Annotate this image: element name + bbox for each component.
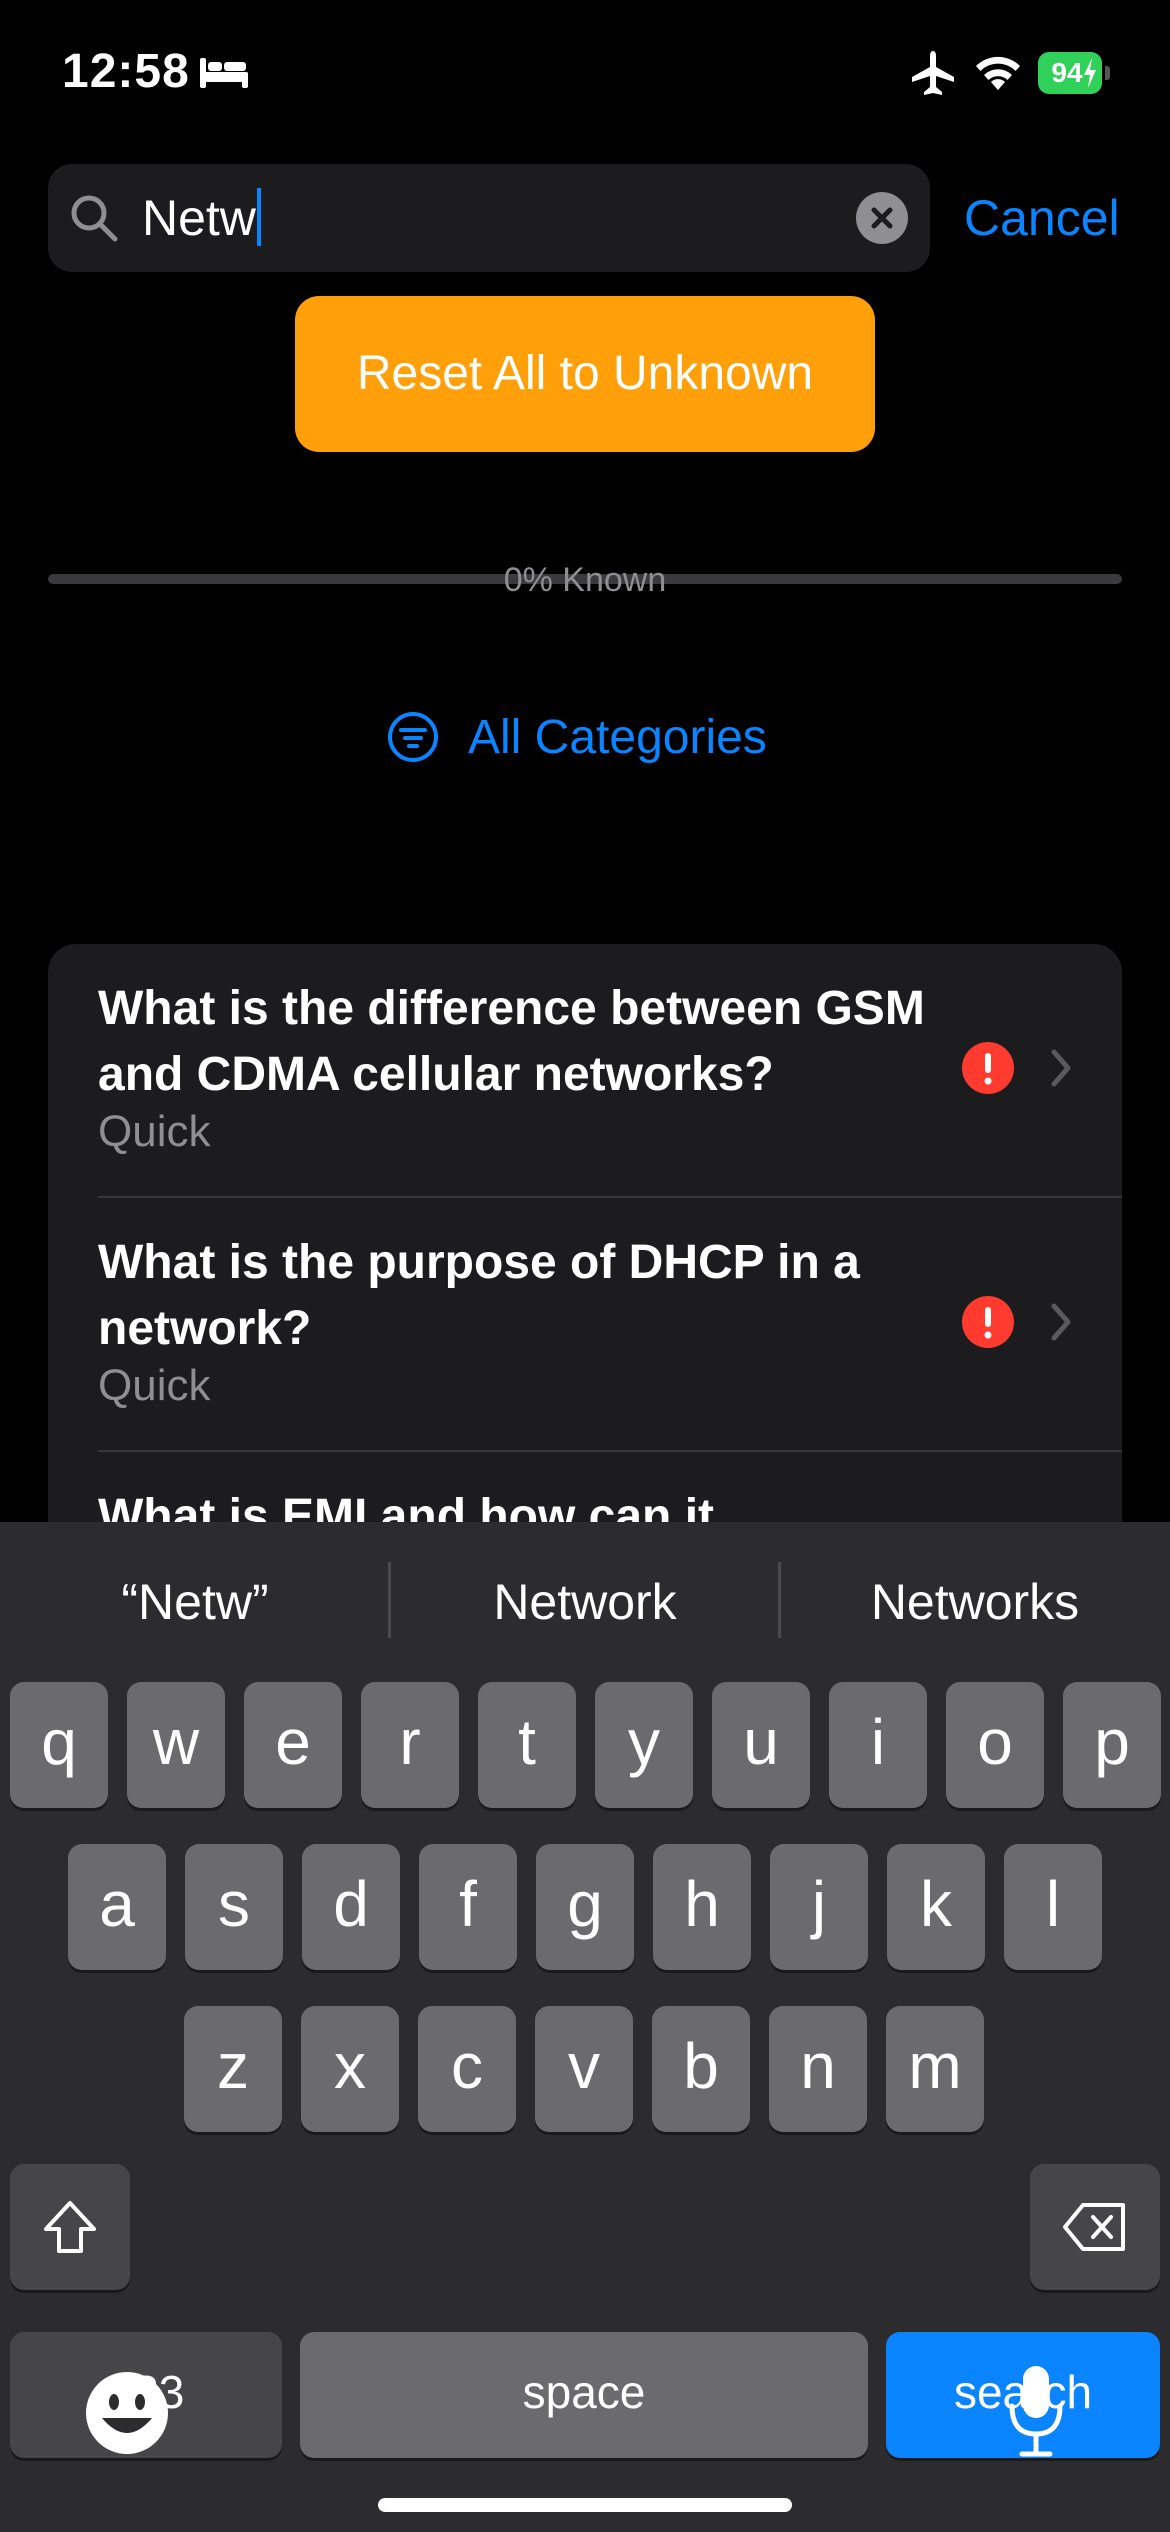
backspace-icon [1063,2203,1125,2251]
key-s[interactable]: s [185,1844,283,1970]
suggestion-item[interactable]: Network [390,1566,780,1638]
key-y[interactable]: y [595,1682,693,1808]
status-time: 12:58 [62,45,190,98]
charging-bolt-icon [1084,58,1096,88]
key-w[interactable]: w [127,1682,225,1808]
key-t[interactable]: t [478,1682,576,1808]
key-o[interactable]: o [946,1682,1044,1808]
list-item-subtitle: Quick [98,1107,211,1156]
close-icon [871,207,893,229]
filter-icon [388,712,438,762]
key-p[interactable]: p [1063,1682,1161,1808]
screen: 12:58 94 Netw Cancel Reset All to Unknow… [0,0,1170,2532]
key-i[interactable]: i [829,1682,927,1808]
key-q[interactable]: q [10,1682,108,1808]
space-key[interactable]: space [300,2332,868,2458]
key-b[interactable]: b [652,2006,750,2132]
key-d[interactable]: d [302,1844,400,1970]
clear-search-button[interactable] [856,192,908,244]
shift-key[interactable] [10,2164,130,2290]
search-input-value: Netw [142,190,256,246]
list-item[interactable]: What is the purpose of DHCP in a network… [48,1198,1122,1452]
all-categories-label: All Categories [468,710,767,764]
delete-key[interactable] [1030,2164,1160,2290]
search-input[interactable]: Netw [142,188,261,248]
key-k[interactable]: k [887,1844,985,1970]
key-j[interactable]: j [770,1844,868,1970]
shift-icon [44,2201,96,2253]
search-icon [71,195,118,242]
key-e[interactable]: e [244,1682,342,1808]
search-field[interactable]: Netw [48,164,930,272]
key-c[interactable]: c [418,2006,516,2132]
key-u[interactable]: u [712,1682,810,1808]
progress-label: 0% Known [503,561,667,599]
cancel-button[interactable]: Cancel [964,188,1120,248]
key-z[interactable]: z [184,2006,282,2132]
list-item-subtitle: Quick [98,1361,211,1410]
microphone-icon[interactable] [1006,2362,1066,2462]
key-n[interactable]: n [769,2006,867,2132]
suggestion-bar: “Netw” Network Networks [0,1522,1170,1678]
key-a[interactable]: a [68,1844,166,1970]
airplane-icon [912,51,954,95]
wifi-icon [976,56,1020,90]
all-categories-button[interactable]: All Categories [386,704,767,770]
key-f[interactable]: f [419,1844,517,1970]
exclamation-icon [962,1296,1014,1348]
key-v[interactable]: v [535,2006,633,2132]
key-m[interactable]: m [886,2006,984,2132]
list-item-title: What is the difference between GSM and C… [98,982,925,1101]
emoji-icon[interactable] [84,2370,170,2456]
key-l[interactable]: l [1004,1844,1102,1970]
reset-all-button[interactable]: Reset All to Unknown [295,296,875,452]
keyboard: “Netw” Network Networks qwertyuiop asdfgh… [0,1522,1170,2532]
exclamation-icon [962,1042,1014,1094]
list-item[interactable]: What is the difference between GSM and C… [48,944,1122,1198]
key-r[interactable]: r [361,1682,459,1808]
key-g[interactable]: g [536,1844,634,1970]
battery-cap [1105,66,1110,80]
chevron-right-icon [1051,1303,1071,1341]
text-caret [256,188,261,246]
key-h[interactable]: h [653,1844,751,1970]
home-indicator [378,2498,792,2512]
suggestion-item[interactable]: Networks [780,1566,1170,1638]
suggestion-item[interactable]: “Netw” [0,1566,390,1638]
bed-icon [200,58,248,88]
key-x[interactable]: x [301,2006,399,2132]
list-item-title: What is the purpose of DHCP in a network… [98,1236,860,1355]
chevron-right-icon [1051,1049,1071,1087]
battery-indicator: 94 [1038,52,1110,94]
status-bar: 12:58 94 [0,0,1170,150]
